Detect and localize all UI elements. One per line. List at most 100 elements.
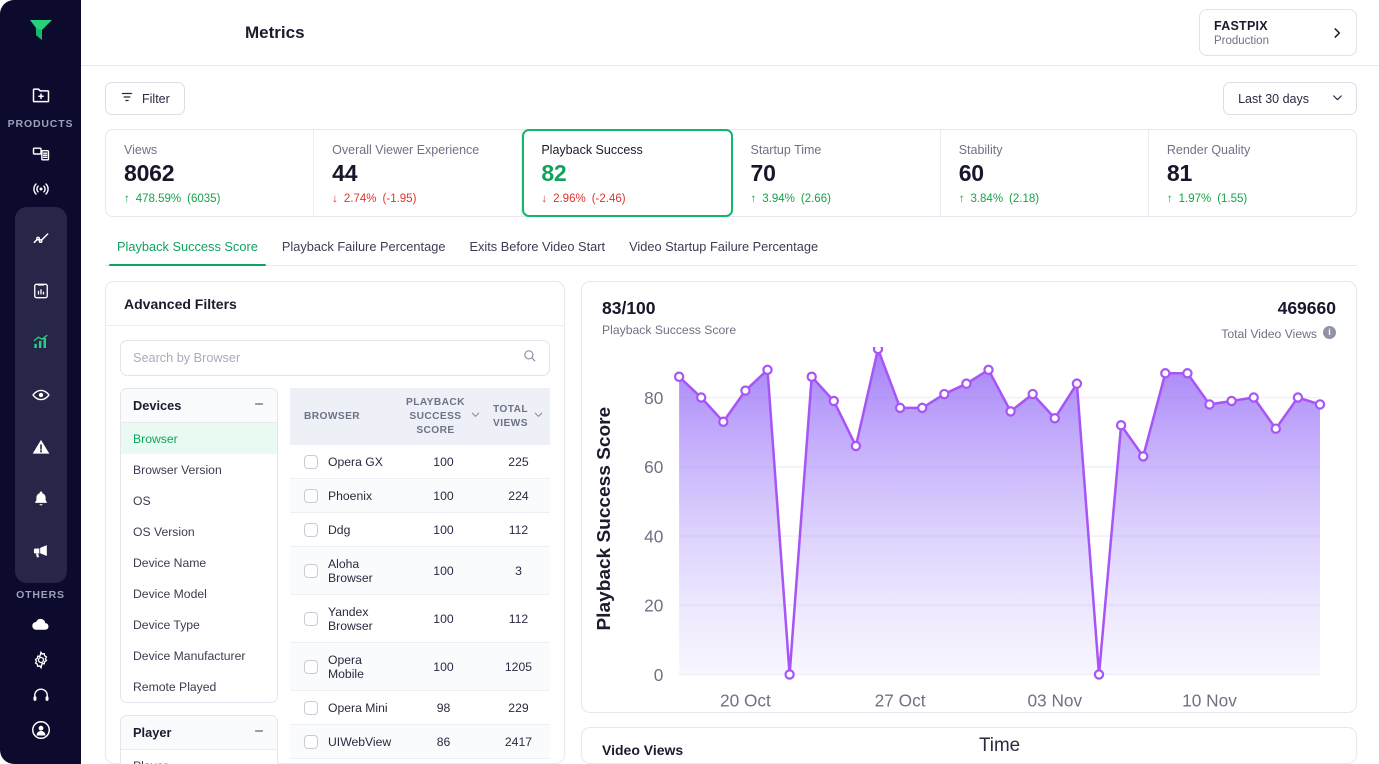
browser-name: Yandex Browser bbox=[328, 605, 394, 633]
facet-group-devices-header[interactable]: Devices bbox=[121, 389, 277, 423]
table-row[interactable]: Opera GX 100 225 bbox=[290, 445, 550, 479]
row-checkbox[interactable] bbox=[304, 489, 318, 503]
metric-label: Views bbox=[124, 143, 313, 157]
tab-video-startup-failure-percentage[interactable]: Video Startup Failure Percentage bbox=[617, 231, 830, 265]
facet-item-device-name[interactable]: Device Name bbox=[121, 547, 277, 578]
row-checkbox[interactable] bbox=[304, 455, 318, 469]
views-eye-icon[interactable] bbox=[21, 375, 61, 415]
metric-card-playback-success[interactable]: Playback Success 82 ↓ 2.96% (-2.46) bbox=[522, 129, 732, 217]
metric-delta: ↓ 2.74% (-1.95) bbox=[332, 193, 521, 205]
facet-item-device-manufacturer[interactable]: Device Manufacturer bbox=[121, 640, 277, 671]
row-checkbox[interactable] bbox=[304, 564, 318, 578]
chart-score-value: 83/100 bbox=[602, 298, 736, 319]
cloud-icon[interactable] bbox=[21, 613, 61, 636]
metric-delta-pct: 478.59% bbox=[136, 193, 181, 205]
facet-item-remote-played[interactable]: Remote Played bbox=[121, 671, 277, 702]
metric-card-stability[interactable]: Stability 60 ↑ 3.84% (2.18) bbox=[941, 130, 1149, 216]
svg-text:27 Oct: 27 Oct bbox=[875, 690, 926, 710]
svg-text:10 Nov: 10 Nov bbox=[1182, 690, 1237, 710]
arrow-down-icon: ↓ bbox=[332, 193, 338, 205]
main-area: Metrics FASTPIX Production F bbox=[81, 0, 1379, 764]
add-folder-icon[interactable] bbox=[21, 83, 61, 106]
facet-group-player-header[interactable]: Player bbox=[121, 716, 277, 750]
name-cell: Aloha Browser bbox=[304, 557, 394, 585]
column-header-browser[interactable]: BROWSER bbox=[290, 388, 400, 445]
account-avatar-icon[interactable] bbox=[21, 719, 61, 742]
facet-item-os-version[interactable]: OS Version bbox=[121, 516, 277, 547]
search-input[interactable] bbox=[133, 351, 522, 365]
playback-success-chart-card: 83/100 Playback Success Score 469660 Tot… bbox=[581, 281, 1357, 713]
content-area: Advanced Filters bbox=[81, 266, 1379, 764]
table-header-row: BROWSER PLAYBACK SUCCESS SCORE bbox=[290, 388, 550, 445]
facet-item-device-type[interactable]: Device Type bbox=[121, 609, 277, 640]
metric-label: Render Quality bbox=[1167, 143, 1356, 157]
metric-label: Playback Success bbox=[541, 143, 730, 157]
search-browser-field[interactable] bbox=[120, 340, 550, 376]
browser-name: Aloha Browser bbox=[328, 557, 394, 585]
table-row[interactable]: Ddg 100 112 bbox=[290, 513, 550, 547]
facet-group-title: Player bbox=[133, 725, 171, 740]
top-header: Metrics FASTPIX Production bbox=[81, 0, 1379, 66]
filter-button[interactable]: Filter bbox=[105, 82, 185, 115]
tab-playback-failure-percentage[interactable]: Playback Failure Percentage bbox=[270, 231, 458, 265]
tab-playback-success-score[interactable]: Playback Success Score bbox=[105, 231, 270, 265]
metric-card-overall-viewer-experience[interactable]: Overall Viewer Experience 44 ↓ 2.74% (-1… bbox=[314, 130, 522, 216]
column-header-total-views[interactable]: TOTAL VIEWS bbox=[487, 388, 550, 445]
fastpix-logo-icon[interactable] bbox=[26, 16, 56, 49]
metric-card-startup-time[interactable]: Startup Time 70 ↑ 3.94% (2.66) bbox=[733, 130, 941, 216]
svg-text:Playback Success Score: Playback Success Score bbox=[594, 407, 615, 631]
settings-gear-icon[interactable] bbox=[21, 648, 61, 671]
table-row[interactable]: Opera Mobile 100 1205 bbox=[290, 643, 550, 691]
video-library-icon[interactable] bbox=[21, 142, 61, 165]
advanced-filters-title: Advanced Filters bbox=[106, 282, 564, 326]
row-checkbox[interactable] bbox=[304, 523, 318, 537]
nav-section-products: PRODUCTS bbox=[8, 118, 74, 130]
facet-item-device-model[interactable]: Device Model bbox=[121, 578, 277, 609]
environment-selector[interactable]: FASTPIX Production bbox=[1199, 9, 1357, 56]
facet-item-browser[interactable]: Browser bbox=[121, 423, 277, 454]
errors-alert-icon[interactable] bbox=[21, 427, 61, 467]
date-range-selector[interactable]: Last 30 days bbox=[1223, 82, 1357, 115]
metric-delta: ↓ 2.96% (-2.46) bbox=[541, 193, 730, 205]
chart-score-block: 83/100 Playback Success Score bbox=[602, 298, 736, 337]
tab-exits-before-video-start[interactable]: Exits Before Video Start bbox=[457, 231, 617, 265]
table-row[interactable]: UIWebView 86 2417 bbox=[290, 725, 550, 759]
metrics-trend-icon[interactable] bbox=[21, 219, 61, 259]
live-stream-icon[interactable] bbox=[21, 178, 61, 201]
support-headset-icon[interactable] bbox=[21, 683, 61, 706]
area-chart[interactable]: 02040608020 Oct27 Oct03 Nov10 NovTimePla… bbox=[588, 347, 1342, 764]
facet-item-os[interactable]: OS bbox=[121, 485, 277, 516]
info-icon[interactable]: i bbox=[1323, 326, 1336, 339]
row-checkbox[interactable] bbox=[304, 612, 318, 626]
chevron-down-icon[interactable] bbox=[470, 409, 481, 425]
facet-item-player[interactable]: Player bbox=[121, 750, 277, 764]
metric-card-views[interactable]: Views 8062 ↑ 478.59% (6035) bbox=[106, 130, 314, 216]
facet-item-browser-version[interactable]: Browser Version bbox=[121, 454, 277, 485]
row-checkbox[interactable] bbox=[304, 660, 318, 674]
table-row[interactable]: Opera Mini 98 229 bbox=[290, 691, 550, 725]
reports-clipboard-icon[interactable] bbox=[21, 271, 61, 311]
browser-name: UIWebView bbox=[328, 735, 391, 749]
table-row[interactable]: Yandex Browser 100 112 bbox=[290, 595, 550, 643]
minus-icon[interactable] bbox=[253, 725, 265, 740]
table-row[interactable]: Phoenix 100 224 bbox=[290, 479, 550, 513]
metric-delta-pct: 3.94% bbox=[762, 193, 795, 205]
metric-card-render-quality[interactable]: Render Quality 81 ↑ 1.97% (1.55) bbox=[1149, 130, 1356, 216]
row-checkbox[interactable] bbox=[304, 735, 318, 749]
cell-views: 1205 bbox=[487, 643, 550, 691]
cell-browser: Yandex Browser bbox=[290, 595, 400, 643]
minus-icon[interactable] bbox=[253, 398, 265, 413]
alerts-bell-icon[interactable] bbox=[21, 479, 61, 519]
chevron-down-icon[interactable] bbox=[533, 409, 544, 425]
announcements-megaphone-icon[interactable] bbox=[21, 531, 61, 571]
analytics-bars-icon[interactable] bbox=[21, 323, 61, 363]
column-header-line1: PLAYBACK bbox=[406, 397, 465, 408]
chart-total-label-row: Total Video Views i bbox=[1221, 323, 1336, 341]
search-icon[interactable] bbox=[522, 348, 537, 368]
metric-delta-abs: (-2.46) bbox=[592, 193, 626, 205]
row-checkbox[interactable] bbox=[304, 701, 318, 715]
column-header-playback-success-score[interactable]: PLAYBACK SUCCESS SCORE bbox=[400, 388, 487, 445]
metric-delta: ↑ 3.84% (2.18) bbox=[959, 193, 1148, 205]
table-row[interactable]: Aloha Browser 100 3 bbox=[290, 547, 550, 595]
cell-browser: Ddg bbox=[290, 513, 400, 547]
